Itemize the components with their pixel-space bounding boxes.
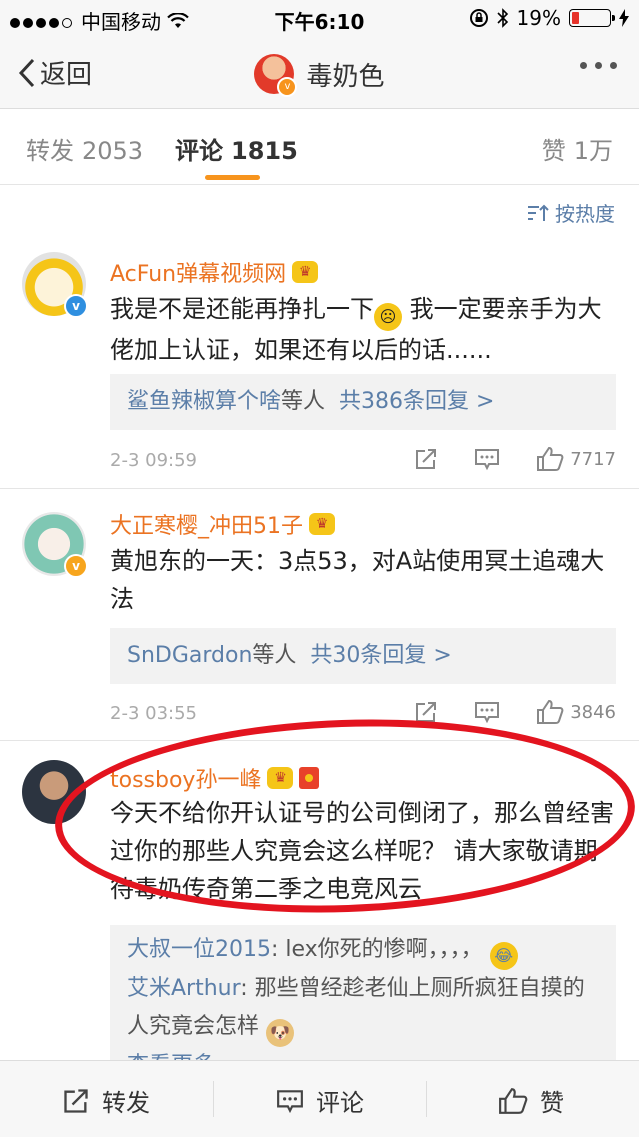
active-tab-indicator xyxy=(205,175,260,180)
comment-text-part: 我是不是还能再挣扎一下 xyxy=(110,295,374,323)
crown-icon: ♛ xyxy=(292,261,319,283)
avatar[interactable]: v xyxy=(22,252,88,318)
page-title: 毒奶色 xyxy=(306,61,385,92)
reply-suffix: 等人 xyxy=(281,389,326,414)
tab-label: 评论 xyxy=(175,137,223,165)
username-text: 大正寒樱_冲田51子 xyxy=(110,514,303,539)
comment-time: 2-3 03:55 xyxy=(110,703,197,724)
tab-label: 赞 xyxy=(541,137,566,165)
tab-count: 1815 xyxy=(231,137,298,165)
more-button[interactable] xyxy=(580,62,617,69)
comment-username[interactable]: AcFun弹幕视频网 ♛ xyxy=(110,256,319,288)
battery-percent: 19% xyxy=(516,6,561,30)
tab-bar: 转发 2053 评论 1815 赞 1万 xyxy=(0,109,639,185)
comment-username[interactable]: 大正寒樱_冲田51子 ♛ xyxy=(110,508,335,540)
divider xyxy=(0,488,639,489)
reply-count-link: 共386条回复 > xyxy=(339,389,495,414)
sort-icon xyxy=(528,204,549,221)
username-text: AcFun弹幕视频网 xyxy=(110,262,287,287)
comment-label: 评论 xyxy=(316,1089,364,1117)
charging-icon xyxy=(619,9,629,27)
comment-icon[interactable] xyxy=(474,447,500,471)
reply-suffix: 等人 xyxy=(252,643,297,668)
thumbs-up-icon xyxy=(537,699,564,724)
verified-icon: v xyxy=(64,294,88,318)
like-button[interactable]: 7717 xyxy=(536,446,616,472)
like-count: 7717 xyxy=(570,448,616,470)
sad-face-icon: ☹ xyxy=(374,303,402,331)
comment-text: 黄旭东的一天：3点53，对A站使用冥土追魂大法 xyxy=(110,547,605,613)
reply-list: 大叔一位2015: lex你死的惨啊，，，， 😂 艾米Arthur: 那些曾经趁… xyxy=(110,925,616,1078)
crown-icon: ♛ xyxy=(309,513,335,535)
sort-label: 按热度 xyxy=(555,202,615,226)
reply-item[interactable]: 大叔一位2015: lex你死的惨啊，，，， 😂 xyxy=(127,931,599,970)
share-icon[interactable] xyxy=(414,447,438,471)
verified-icon: v xyxy=(64,554,88,578)
divider xyxy=(213,1081,214,1117)
reply-author: 艾米Arthur xyxy=(127,976,241,1001)
reply-names: SnDGardon xyxy=(127,643,253,668)
battery-icon xyxy=(569,9,615,27)
reply-summary[interactable]: SnDGardon等人 共30条回复 > xyxy=(110,628,616,684)
reply-text: : lex你死的惨啊，，，， xyxy=(271,937,483,962)
verified-icon: v xyxy=(277,77,298,97)
divider xyxy=(426,1081,427,1117)
tab-label: 转发 xyxy=(26,137,74,165)
like-button[interactable]: 赞 xyxy=(498,1083,564,1118)
tab-count: 1万 xyxy=(573,137,613,165)
avatar: v xyxy=(254,54,298,97)
like-label: 赞 xyxy=(540,1089,564,1117)
share-icon xyxy=(64,1088,88,1113)
comment-icon[interactable] xyxy=(474,700,500,724)
like-button[interactable]: 3846 xyxy=(536,699,616,725)
like-count: 3846 xyxy=(570,701,616,723)
status-bar: 中国移动 下午6:10 19% xyxy=(0,0,639,36)
comment-icon xyxy=(277,1089,303,1113)
reply-count-link: 共30条回复 > xyxy=(310,643,452,668)
laughing-face-icon: 😂 xyxy=(489,942,518,970)
navigation-bar: 返回 v 毒奶色 xyxy=(0,36,639,109)
comment-button[interactable]: 评论 xyxy=(276,1083,364,1118)
comment-meta: 2-3 09:59 7717 xyxy=(110,446,616,471)
tab-comments[interactable]: 评论 1815 xyxy=(175,131,298,166)
reply-item[interactable]: 艾米Arthur: 那些曾经趁老仙上厕所疯狂自摸的人究竟会怎样 🐶 xyxy=(127,970,599,1047)
reply-author: 大叔一位2015 xyxy=(127,937,271,962)
doge-icon: 🐶 xyxy=(266,1019,295,1047)
repost-label: 转发 xyxy=(102,1089,150,1117)
sort-button[interactable]: 按热度 xyxy=(527,198,615,227)
thumbs-up-icon xyxy=(537,446,564,471)
tab-repost[interactable]: 转发 2053 xyxy=(26,131,143,166)
comment-time: 2-3 09:59 xyxy=(110,450,197,471)
thumbs-up-icon xyxy=(499,1087,528,1114)
reply-summary[interactable]: 鲨鱼辣椒算个啥等人 共386条回复 > xyxy=(110,374,616,430)
comment-text: 我是不是还能再挣扎一下 ☹ 我一定要亲手为大佬加上认证，如果还有以后的话.....… xyxy=(110,290,620,369)
bottom-action-bar: 转发 评论 赞 xyxy=(0,1060,639,1137)
tab-likes[interactable]: 赞 1万 xyxy=(542,131,613,166)
reply-names: 鲨鱼辣椒算个啥 xyxy=(127,389,282,414)
repost-button[interactable]: 转发 xyxy=(62,1083,150,1118)
tab-count: 2053 xyxy=(82,137,144,165)
bluetooth-icon xyxy=(496,8,508,28)
rotation-lock-icon xyxy=(469,9,488,27)
profile-title[interactable]: v 毒奶色 xyxy=(0,54,639,97)
avatar[interactable]: v xyxy=(22,512,88,578)
